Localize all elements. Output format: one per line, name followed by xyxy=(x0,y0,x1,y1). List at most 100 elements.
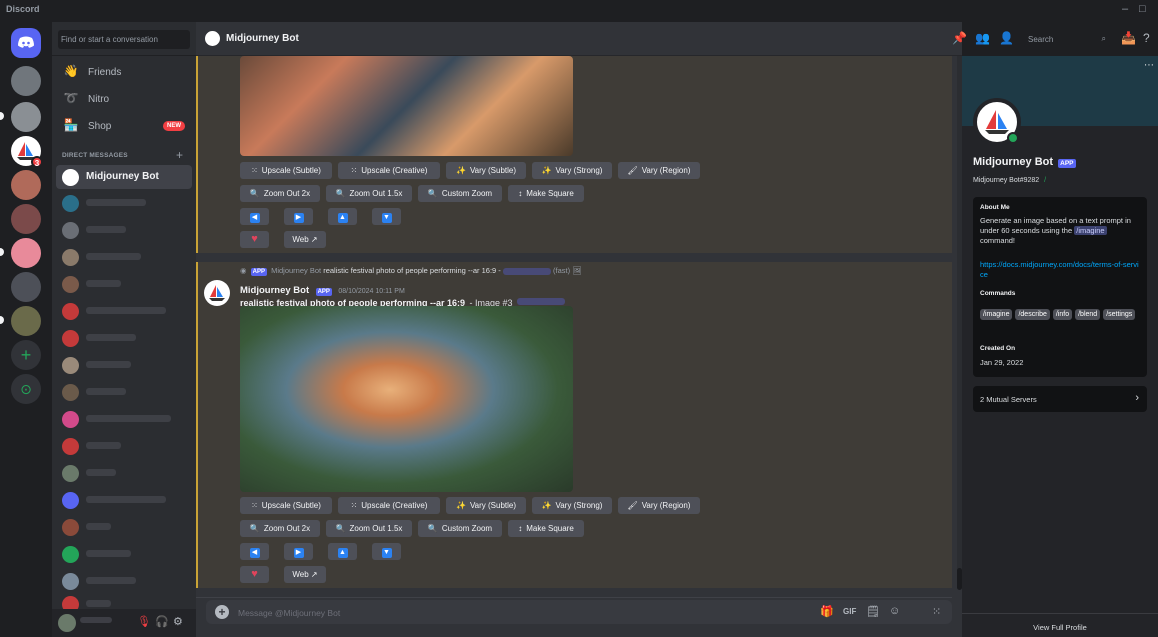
dm-item[interactable] xyxy=(56,272,192,296)
dm-item[interactable] xyxy=(56,326,192,350)
nav-shop[interactable]: 🏪 Shop NEW xyxy=(56,114,192,138)
command-chip[interactable]: /blend xyxy=(1075,309,1101,320)
apps-icon[interactable]: ⁙ xyxy=(932,605,941,618)
command-chip[interactable]: /info xyxy=(1052,309,1073,320)
nav-shop-label: Shop xyxy=(88,121,112,132)
search-input[interactable]: Search ⌕ xyxy=(1024,32,1110,48)
mute-icon[interactable]: 🎙 xyxy=(137,615,151,628)
upscale-subtle-button[interactable]: ⁙ Upscale (Subtle) xyxy=(240,162,332,179)
gift-icon[interactable]: 🎁 xyxy=(820,605,834,618)
pan-right-button[interactable]: ▶ xyxy=(284,543,313,560)
imagine-command-link[interactable]: /imagine xyxy=(1074,226,1107,235)
command-chip[interactable]: /settings xyxy=(1103,309,1136,320)
add-friend-icon[interactable]: 👥 xyxy=(975,31,990,45)
message: ◉ APP Midjourney Bot realistic festival … xyxy=(196,262,952,588)
pan-up-button[interactable]: ▲ xyxy=(328,543,357,560)
generated-image[interactable] xyxy=(240,306,573,492)
gear-icon[interactable]: ⚙ xyxy=(173,615,183,628)
help-icon[interactable]: ? xyxy=(1143,31,1150,45)
vary-subtle-button[interactable]: ✨ Vary (Subtle) xyxy=(446,162,526,179)
image-icon: 🖼 xyxy=(572,266,582,275)
user-profile-icon[interactable]: 👤 xyxy=(999,31,1014,45)
web-button[interactable]: Web ↗ xyxy=(284,566,326,583)
avatar[interactable] xyxy=(58,614,76,632)
server-icon[interactable] xyxy=(11,238,41,268)
reply-reference[interactable]: ◉ APP Midjourney Bot realistic festival … xyxy=(240,266,582,276)
mutual-servers-button[interactable]: 2 Mutual Servers › xyxy=(973,386,1147,412)
server-icon[interactable] xyxy=(11,272,41,302)
pan-left-button[interactable]: ◀ xyxy=(240,208,269,225)
dm-item[interactable] xyxy=(56,542,192,566)
upscale-creative-button[interactable]: ⁙ Upscale (Creative) xyxy=(338,497,440,514)
headphones-icon[interactable]: 🎧 xyxy=(155,615,169,628)
dm-item[interactable] xyxy=(56,245,192,269)
dm-item[interactable] xyxy=(56,488,192,512)
avatar[interactable] xyxy=(204,280,230,306)
dm-item[interactable] xyxy=(56,299,192,323)
dm-item[interactable] xyxy=(56,434,192,458)
server-icon[interactable] xyxy=(11,306,41,336)
dm-item[interactable] xyxy=(56,515,192,539)
dm-item[interactable] xyxy=(56,218,192,242)
custom-zoom-button[interactable]: 🔍 Custom Zoom xyxy=(418,185,502,202)
vary-subtle-button[interactable]: ✨ Vary (Subtle) xyxy=(446,497,526,514)
inbox-icon[interactable]: 📥 xyxy=(1121,31,1136,45)
vary-region-button[interactable]: 🖌 Vary (Region) xyxy=(618,162,700,179)
heart-button[interactable]: ♥ xyxy=(240,566,269,583)
discord-home-icon[interactable] xyxy=(11,28,41,58)
message: ⁙ Upscale (Subtle) ⁙ Upscale (Creative) ✨ V… xyxy=(196,56,952,253)
zoom-out-2x-button[interactable]: 🔍 Zoom Out 2x xyxy=(240,520,320,537)
heart-button[interactable]: ♥ xyxy=(240,231,269,248)
pin-icon[interactable]: 📌 xyxy=(952,31,967,45)
emoji-icon[interactable]: ☺ xyxy=(889,605,900,617)
sticker-icon[interactable]: 🗒 xyxy=(866,605,880,618)
pan-down-button[interactable]: ▼ xyxy=(372,208,401,225)
more-options-icon[interactable]: ⋯ xyxy=(1144,60,1154,71)
upscale-subtle-button[interactable]: ⁙ Upscale (Subtle) xyxy=(240,497,332,514)
commands-list: /imagine/describe/info/blend/settings xyxy=(980,303,1142,323)
command-chip[interactable]: /describe xyxy=(1015,309,1050,320)
server-icon[interactable] xyxy=(11,102,41,132)
gif-icon[interactable]: GIF xyxy=(843,607,856,616)
discover-icon[interactable]: ⊙ xyxy=(11,374,41,404)
attach-plus-icon[interactable]: + xyxy=(215,605,229,619)
vary-strong-button[interactable]: ✨ Vary (Strong) xyxy=(532,497,612,514)
web-button[interactable]: Web ↗ xyxy=(284,231,326,248)
create-dm-icon[interactable]: + xyxy=(176,148,183,162)
zoom-out-1-5x-button[interactable]: 🔍 Zoom Out 1.5x xyxy=(326,520,412,537)
upscale-creative-button[interactable]: ⁙ Upscale (Creative) xyxy=(338,162,440,179)
dm-item[interactable] xyxy=(56,569,192,593)
nav-nitro[interactable]: ➰ Nitro xyxy=(56,87,192,111)
make-square-button[interactable]: ↕ Make Square xyxy=(508,185,584,202)
maximize-button[interactable]: □ xyxy=(1139,3,1146,15)
dm-item[interactable] xyxy=(56,407,192,431)
command-chip[interactable]: /imagine xyxy=(980,309,1013,320)
server-icon[interactable] xyxy=(11,204,41,234)
find-conversation-input[interactable]: Find or start a conversation xyxy=(58,30,190,49)
vary-strong-button[interactable]: ✨ Vary (Strong) xyxy=(532,162,612,179)
server-icon[interactable] xyxy=(11,66,41,96)
pan-left-button[interactable]: ◀ xyxy=(240,543,269,560)
nav-friends[interactable]: 👋 Friends xyxy=(56,60,192,84)
message-input[interactable]: Message @Midjourney Bot xyxy=(238,608,340,618)
dm-item[interactable] xyxy=(56,461,192,485)
generated-image[interactable] xyxy=(240,56,573,156)
make-square-button[interactable]: ↕ Make Square xyxy=(508,520,584,537)
dm-item[interactable] xyxy=(56,191,192,215)
dm-item[interactable] xyxy=(56,353,192,377)
commands-header: Commands xyxy=(980,290,1016,297)
zoom-out-1-5x-button[interactable]: 🔍 Zoom Out 1.5x xyxy=(326,185,412,202)
terms-link[interactable]: https://docs.midjourney.com/docs/terms-o… xyxy=(980,260,1142,280)
pan-up-button[interactable]: ▲ xyxy=(328,208,357,225)
minimize-button[interactable]: – xyxy=(1122,3,1128,15)
vary-region-button[interactable]: 🖌 Vary (Region) xyxy=(618,497,700,514)
custom-zoom-button[interactable]: 🔍 Custom Zoom xyxy=(418,520,502,537)
dm-item-midjourney-bot[interactable]: Midjourney Bot xyxy=(56,165,192,189)
server-icon[interactable] xyxy=(11,170,41,200)
view-full-profile-button[interactable]: View Full Profile xyxy=(962,613,1158,637)
add-server-icon[interactable]: + xyxy=(11,340,41,370)
zoom-out-2x-button[interactable]: 🔍 Zoom Out 2x xyxy=(240,185,320,202)
pan-right-button[interactable]: ▶ xyxy=(284,208,313,225)
pan-down-button[interactable]: ▼ xyxy=(372,543,401,560)
dm-item[interactable] xyxy=(56,380,192,404)
